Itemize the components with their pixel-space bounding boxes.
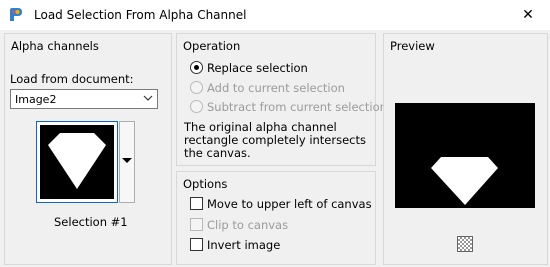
subtract-from-selection-radio[interactable]	[190, 100, 203, 113]
add-to-selection-radio[interactable]	[190, 81, 203, 94]
document-select[interactable]: Image2	[10, 89, 158, 109]
clip-to-canvas-label: Clip to canvas	[207, 218, 289, 232]
invert-image-label: Invert image	[207, 238, 281, 252]
alpha-channel-thumbnail[interactable]	[36, 121, 118, 203]
replace-selection-radio[interactable]	[190, 61, 203, 74]
window-title: Load Selection From Alpha Channel	[34, 8, 247, 22]
radio-selected-dot	[194, 65, 199, 70]
thumbnail-preview	[40, 125, 114, 199]
load-from-document-label: Load from document:	[10, 72, 134, 86]
operation-heading: Operation	[183, 39, 241, 53]
chevron-down-icon	[143, 95, 153, 101]
preview-heading: Preview	[390, 39, 435, 53]
thumbnail-dropdown-button[interactable]	[119, 121, 135, 203]
diamond-shape-icon	[48, 133, 106, 189]
preview-diamond-icon	[431, 157, 498, 205]
intersection-note: The original alpha channel rectangle com…	[184, 120, 367, 160]
dropdown-arrow-icon	[122, 158, 132, 163]
options-heading: Options	[183, 177, 228, 191]
alpha-channels-heading: Alpha channels	[11, 39, 99, 53]
add-to-selection-label: Add to current selection	[207, 81, 345, 95]
move-to-upper-left-checkbox[interactable]	[190, 197, 203, 210]
replace-selection-label: Replace selection	[207, 61, 308, 75]
clip-to-canvas-checkbox[interactable]	[190, 218, 203, 231]
selection-label: Selection #1	[54, 215, 128, 229]
checkerboard-icon[interactable]	[457, 236, 473, 252]
paintshop-app-icon	[10, 8, 22, 21]
subtract-from-selection-label: Subtract from current selection	[207, 100, 387, 114]
close-icon: ✕	[522, 7, 534, 23]
close-button[interactable]: ✕	[506, 0, 550, 30]
move-to-upper-left-label: Move to upper left of canvas	[207, 197, 372, 211]
invert-image-checkbox[interactable]	[190, 238, 203, 251]
preview-canvas	[395, 103, 535, 208]
document-select-value: Image2	[15, 93, 57, 106]
title-bar: Load Selection From Alpha Channel ✕	[0, 0, 550, 30]
